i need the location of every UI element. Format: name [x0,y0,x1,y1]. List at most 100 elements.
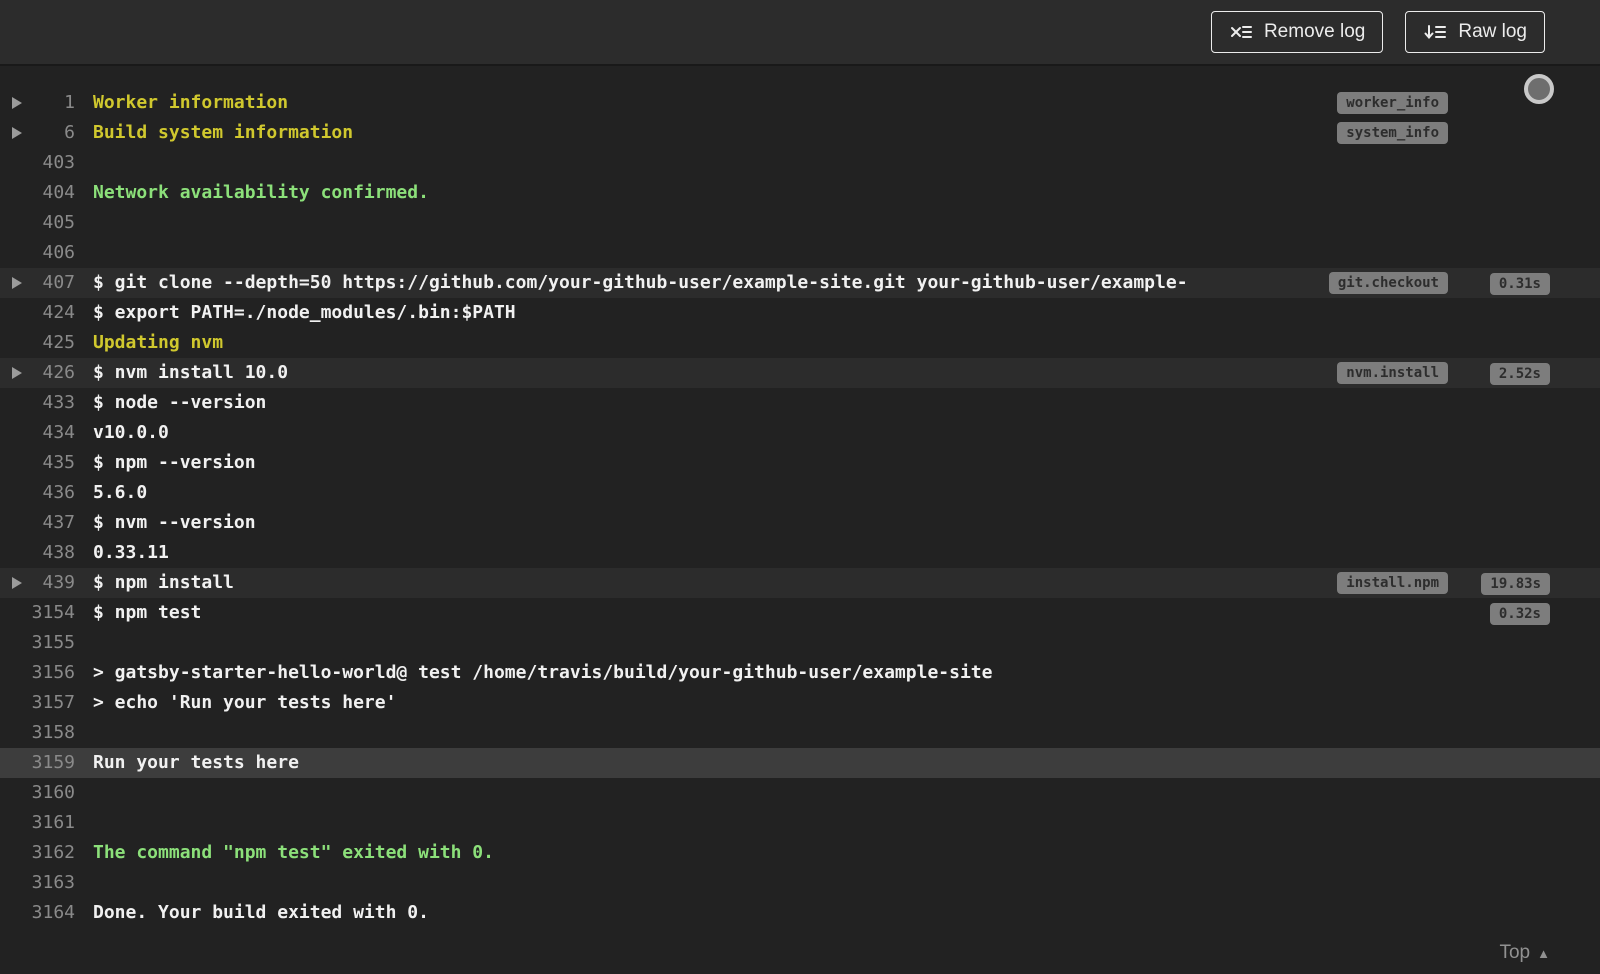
log-toolbar: Remove log Raw log [0,0,1600,66]
log-line: 407 $ git clone --depth=50 https://github… [0,268,1600,298]
duration-slot: 19.83s [1460,568,1550,598]
line-number[interactable]: 3157 [0,688,75,718]
log-line: 3161 [0,808,1600,838]
log-line: 433 $ node --version [0,388,1600,418]
line-number[interactable]: 424 [0,298,75,328]
line-number[interactable]: 403 [0,148,75,178]
line-number[interactable]: 3159 [0,748,75,778]
log-line: 426 $ nvm install 10.0 nvm.install 2.52s [0,358,1600,388]
top-arrow-icon: ▲ [1537,945,1550,961]
raw-log-icon [1423,22,1447,42]
fold-arrow-icon[interactable] [12,577,22,589]
fold-arrow-icon[interactable] [12,277,22,289]
line-number[interactable]: 3158 [0,718,75,748]
log-text: 5.6.0 [93,482,148,503]
top-link-label: Top [1499,942,1531,963]
log-line: 3163 [0,868,1600,898]
log-text: Build system information [93,122,354,143]
line-number[interactable]: 438 [0,538,75,568]
line-number[interactable]: 3154 [0,598,75,628]
log-text: $ git clone --depth=50 https://github.co… [93,272,1188,293]
build-log: 1 Worker information worker_info 6 Build sys… [0,66,1600,928]
log-text: $ npm install [93,572,234,593]
fold-tag: worker_info [1337,92,1448,114]
duration-badge: 0.32s [1489,603,1550,625]
log-text: Worker information [93,92,289,113]
log-text: 0.33.11 [93,542,169,563]
line-number[interactable]: 3156 [0,658,75,688]
log-line: 3164 Done. Your build exited with 0. [0,898,1600,928]
log-text: Run your tests here [93,752,299,773]
raw-log-button[interactable]: Raw log [1405,11,1545,53]
log-text: v10.0.0 [93,422,169,443]
log-line: 406 [0,238,1600,268]
log-line: 6 Build system information system_info [0,118,1600,148]
duration-slot: 0.31s [1460,268,1550,298]
fold-tag: system_info [1337,122,1448,144]
line-number[interactable]: 435 [0,448,75,478]
line-number[interactable]: 3155 [0,628,75,658]
log-line: 3160 [0,778,1600,808]
log-text: $ npm test [93,602,202,623]
fold-arrow-icon[interactable] [12,367,22,379]
log-line: 425 Updating nvm [0,328,1600,358]
line-number[interactable]: 405 [0,208,75,238]
log-line: 3154 $ npm test 0.32s [0,598,1600,628]
line-number[interactable]: 406 [0,238,75,268]
log-line: 3162 The command "npm test" exited with 0… [0,838,1600,868]
log-text: $ export PATH=./node_modules/.bin:$PATH [93,302,516,323]
log-line: 3156 > gatsby-starter-hello-world@ test /… [0,658,1600,688]
log-text: Done. Your build exited with 0. [93,902,429,923]
duration-slot: 0.32s [1460,598,1550,628]
line-number[interactable]: 434 [0,418,75,448]
log-text: Updating nvm [93,332,224,353]
line-number[interactable]: 436 [0,478,75,508]
log-text: > gatsby-starter-hello-world@ test /home… [93,662,993,683]
log-line: 3155 [0,628,1600,658]
fold-arrow-icon[interactable] [12,97,22,109]
fold-arrow-icon[interactable] [12,127,22,139]
log-line: 404 Network availability confirmed. [0,178,1600,208]
log-line: 1 Worker information worker_info [0,88,1600,118]
log-text: $ node --version [93,392,267,413]
log-line: 405 [0,208,1600,238]
remove-log-icon [1229,22,1253,42]
scroll-indicator[interactable] [1524,74,1554,104]
scroll-to-top-link[interactable]: Top ▲ [1499,942,1550,964]
log-line: 3158 [0,718,1600,748]
log-lines: 1 Worker information worker_info 6 Build sys… [0,88,1600,928]
remove-log-button[interactable]: Remove log [1210,11,1384,53]
log-line: 436 5.6.0 [0,478,1600,508]
log-line: 438 0.33.11 [0,538,1600,568]
log-line: 3159 Run your tests here [0,748,1600,778]
fold-tag: install.npm [1337,572,1448,594]
line-number[interactable]: 3163 [0,868,75,898]
raw-log-label: Raw log [1458,21,1527,42]
line-number[interactable]: 425 [0,328,75,358]
line-number[interactable]: 3162 [0,838,75,868]
line-number[interactable]: 433 [0,388,75,418]
line-number[interactable]: 3161 [0,808,75,838]
line-number[interactable]: 3164 [0,898,75,928]
log-text: $ nvm install 10.0 [93,362,289,383]
fold-tag: git.checkout [1328,272,1448,294]
line-number[interactable]: 404 [0,178,75,208]
duration-badge: 0.31s [1489,273,1550,295]
log-line: 435 $ npm --version [0,448,1600,478]
log-text: > echo 'Run your tests here' [93,692,397,713]
log-line: 424 $ export PATH=./node_modules/.bin:$PA… [0,298,1600,328]
fold-tag: nvm.install [1337,362,1448,384]
log-line: 403 [0,148,1600,178]
log-line: 437 $ nvm --version [0,508,1600,538]
log-line: 434 v10.0.0 [0,418,1600,448]
log-text: $ npm --version [93,452,256,473]
duration-badge: 19.83s [1481,573,1550,595]
duration-slot: 2.52s [1460,358,1550,388]
line-number[interactable]: 3160 [0,778,75,808]
log-line: 439 $ npm install install.npm 19.83s [0,568,1600,598]
log-text: $ nvm --version [93,512,256,533]
remove-log-label: Remove log [1263,21,1366,42]
log-line: 3157 > echo 'Run your tests here' [0,688,1600,718]
line-number[interactable]: 437 [0,508,75,538]
log-text: Network availability confirmed. [93,182,429,203]
